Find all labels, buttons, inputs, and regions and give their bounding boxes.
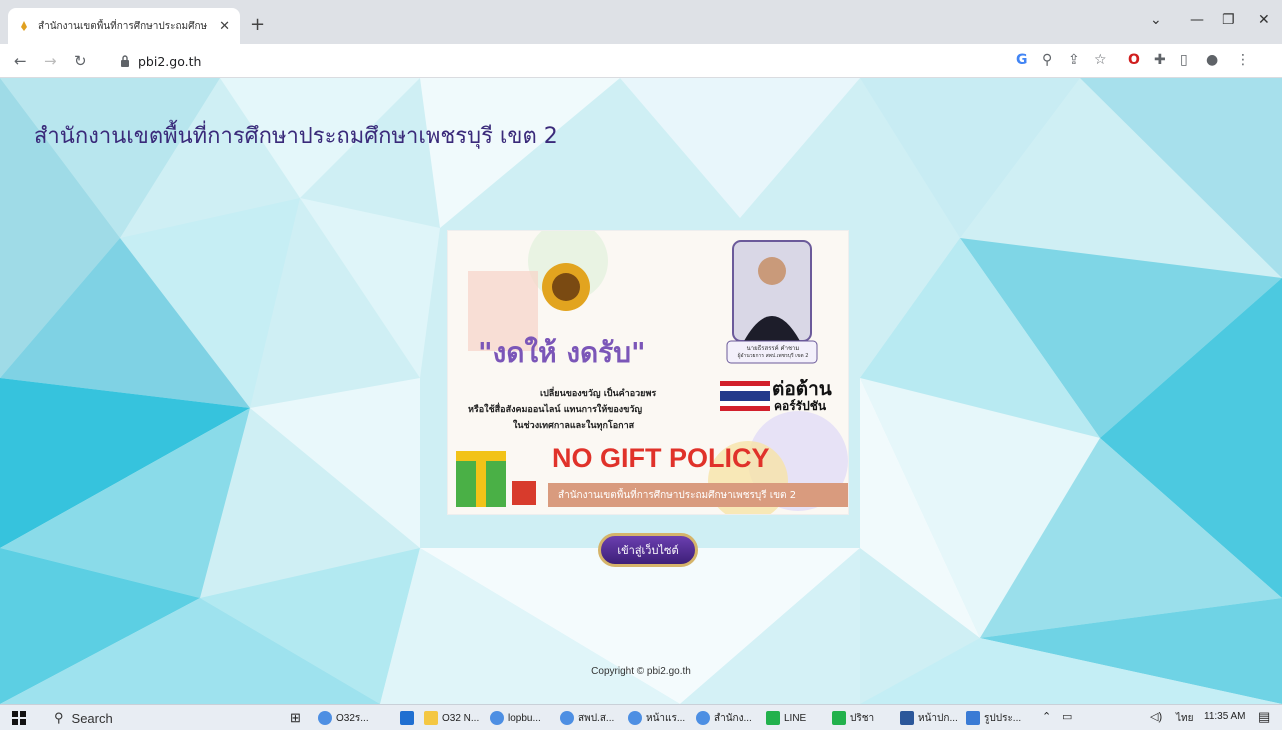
windows-start-icon[interactable] <box>12 711 26 725</box>
new-tab-button[interactable]: + <box>250 14 265 35</box>
url-text: pbi2.go.th <box>138 53 202 69</box>
enter-website-button[interactable]: เข้าสู่เว็บไซต์ <box>598 533 698 567</box>
close-window-button[interactable]: ✕ <box>1258 12 1270 28</box>
taskbar-mail[interactable] <box>400 709 418 727</box>
web-page: สำนักงานเขตพื้นที่การศึกษาประถมศึกษาเพชร… <box>0 78 1282 704</box>
tab-close-icon[interactable]: ✕ <box>219 19 230 34</box>
chrome-icon <box>560 711 574 725</box>
line-icon <box>832 711 846 725</box>
person-caption-title: ผู้อำนวยการ สพป.เพชรบุรี เขต 2 <box>737 353 809 359</box>
tab-strip: สำนักงานเขตพื้นที่การศึกษาประถมศึกษ ✕ + … <box>0 0 1282 44</box>
taskbar-app-1[interactable]: O32ร... <box>318 709 369 727</box>
line-icon <box>766 711 780 725</box>
zoom-icon[interactable]: ⚲ <box>1042 52 1052 68</box>
menu-icon[interactable]: ⋮ <box>1236 52 1250 68</box>
taskbar-search[interactable]: ⚲ Search <box>44 707 224 729</box>
clock[interactable]: 11:35 AM <box>1204 711 1246 722</box>
google-icon[interactable]: G <box>1016 52 1028 68</box>
taskbar-app-photos[interactable]: รูปประ... <box>966 709 1021 727</box>
windows-taskbar: ⚲ Search ⊞ O32ร... O32 N... lopbu... สพป… <box>0 704 1282 730</box>
taskbar-app-4[interactable]: สพป.ส... <box>560 709 614 727</box>
poster-quote: "งดให้ งดรับ" <box>478 336 646 369</box>
address-bar[interactable]: pbi2.go.th <box>112 48 1002 74</box>
notification-icon[interactable]: ▤ <box>1258 709 1270 725</box>
taskbar-app-word[interactable]: หน้าปก... <box>900 709 958 727</box>
taskbar-app-line-2[interactable]: ปริชา <box>832 709 874 727</box>
back-icon[interactable]: ← <box>14 52 27 70</box>
reload-icon[interactable]: ↻ <box>74 52 87 70</box>
mail-icon <box>400 711 414 725</box>
chrome-icon <box>318 711 332 725</box>
anti-corruption-label-2: คอร์รัปชัน <box>774 399 827 413</box>
folder-icon <box>424 711 438 725</box>
word-icon <box>900 711 914 725</box>
tray-network-icon[interactable]: ▭ <box>1062 710 1072 723</box>
poster-text-line-2: หรือใช้สื่อสังคมออนไลน์ แทนการให้ของขวัญ <box>468 405 643 415</box>
tray-volume-icon[interactable]: ◁) <box>1150 710 1162 723</box>
minimize-button[interactable]: — <box>1190 12 1204 28</box>
taskbar-app-2[interactable]: O32 N... <box>424 709 479 727</box>
chrome-icon <box>490 711 504 725</box>
search-label: Search <box>71 710 113 726</box>
tab-search-icon[interactable]: ⌄ <box>1150 12 1162 28</box>
copyright-text: Copyright © pbi2.go.th <box>591 666 691 677</box>
extensions-icon[interactable]: ✚ <box>1154 52 1166 68</box>
browser-toolbar: ← → ↻ pbi2.go.th G ⚲ ⇪ ☆ O ✚ ▯ ● ⋮ <box>0 44 1282 78</box>
profile-icon[interactable]: ● <box>1206 52 1218 68</box>
tab-title: สำนักงานเขตพื้นที่การศึกษาประถมศึกษ <box>38 20 208 32</box>
tray-chevron-icon[interactable]: ⌃ <box>1042 710 1051 723</box>
taskbar-app-3[interactable]: lopbu... <box>490 709 541 727</box>
no-gift-policy-poster: "งดให้ งดรับ" เปลี่ยนของขวัญ เป็นคำอวยพร… <box>447 230 849 515</box>
taskbar-app-line[interactable]: LINE <box>766 709 806 727</box>
browser-tab[interactable]: สำนักงานเขตพื้นที่การศึกษาประถมศึกษ ✕ <box>8 8 240 44</box>
task-view-icon[interactable]: ⊞ <box>290 710 301 726</box>
search-icon: ⚲ <box>54 710 64 725</box>
poster-text-line-1: เปลี่ยนของขวัญ เป็นคำอวยพร <box>540 389 657 399</box>
chrome-icon <box>696 711 710 725</box>
restore-button[interactable]: ❐ <box>1222 12 1235 28</box>
forward-icon[interactable]: → <box>44 52 57 70</box>
taskbar-app-6[interactable]: สำนักง... <box>696 709 752 727</box>
language-indicator[interactable]: ไทย <box>1176 711 1193 726</box>
poster-text-line-3: ในช่วงเทศกาลและในทุกโอกาส <box>513 421 635 431</box>
chrome-icon <box>628 711 642 725</box>
bookmark-star-icon[interactable]: ☆ <box>1094 52 1107 68</box>
poster-headline: NO GIFT POLICY <box>552 443 770 473</box>
poster-org-banner: สำนักงานเขตพื้นที่การศึกษาประถมศึกษาเพชร… <box>558 490 797 501</box>
page-title: สำนักงานเขตพื้นที่การศึกษาประถมศึกษาเพชร… <box>34 124 558 149</box>
lock-icon <box>121 55 129 67</box>
taskbar-app-5[interactable]: หน้าแร... <box>628 709 685 727</box>
photos-icon <box>966 711 980 725</box>
share-icon[interactable]: ⇪ <box>1068 52 1080 68</box>
opera-extension-icon[interactable]: O <box>1128 52 1140 68</box>
side-panel-icon[interactable]: ▯ <box>1180 52 1188 68</box>
site-favicon-icon <box>21 21 27 31</box>
